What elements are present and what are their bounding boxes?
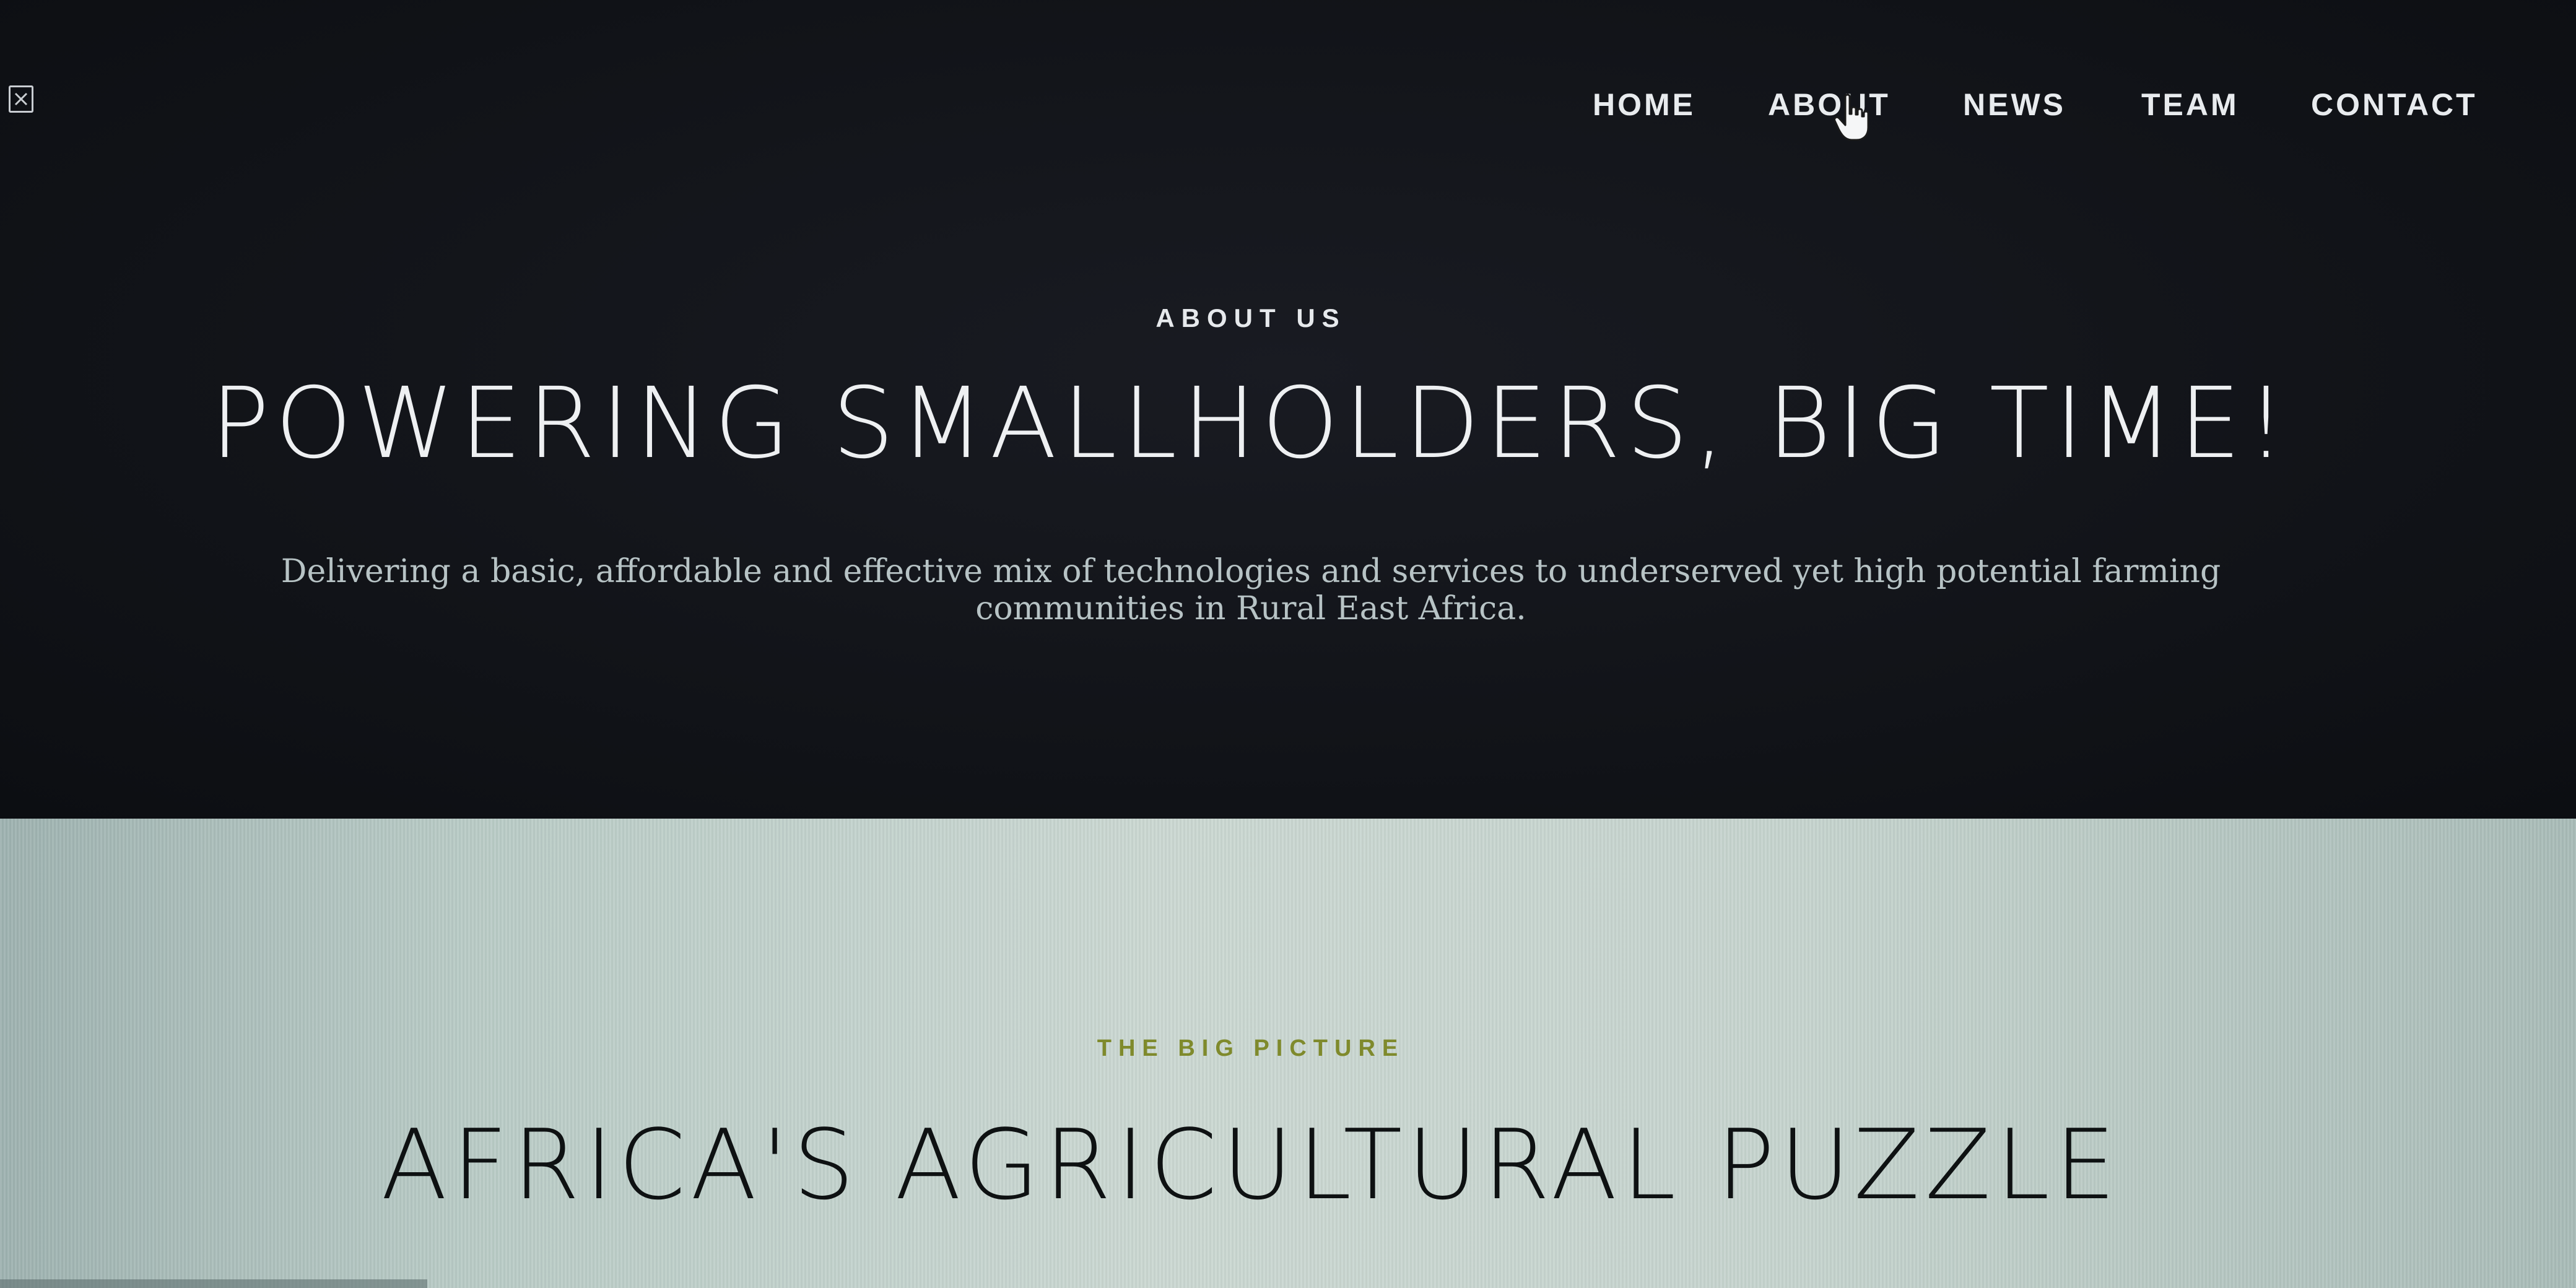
about-title: POWERING SMALLHOLDERS, BIG TIME! — [210, 367, 2292, 481]
nav-team[interactable]: TEAM — [2141, 87, 2239, 123]
broken-image-icon — [9, 85, 33, 113]
big-picture-title: AFRICA'S AGRICULTURAL PUZZLE — [381, 1108, 2121, 1221]
hand-cursor-icon — [1833, 93, 1871, 142]
nav-home[interactable]: HOME — [1593, 87, 1695, 123]
about-description: Delivering a basic, affordable and effec… — [281, 553, 2221, 627]
page: HOME ABOUT NEWS TEAM CONTACT ABOUT US PO… — [0, 0, 2576, 1288]
nav-about[interactable]: ABOUT — [1768, 87, 1891, 123]
nav-news[interactable]: NEWS — [1963, 87, 2066, 123]
nav-contact[interactable]: CONTACT — [2311, 87, 2478, 123]
bottom-divider — [0, 1279, 427, 1288]
about-eyebrow: ABOUT US — [1155, 303, 1346, 333]
big-picture-eyebrow: THE BIG PICTURE — [1097, 1035, 1405, 1061]
